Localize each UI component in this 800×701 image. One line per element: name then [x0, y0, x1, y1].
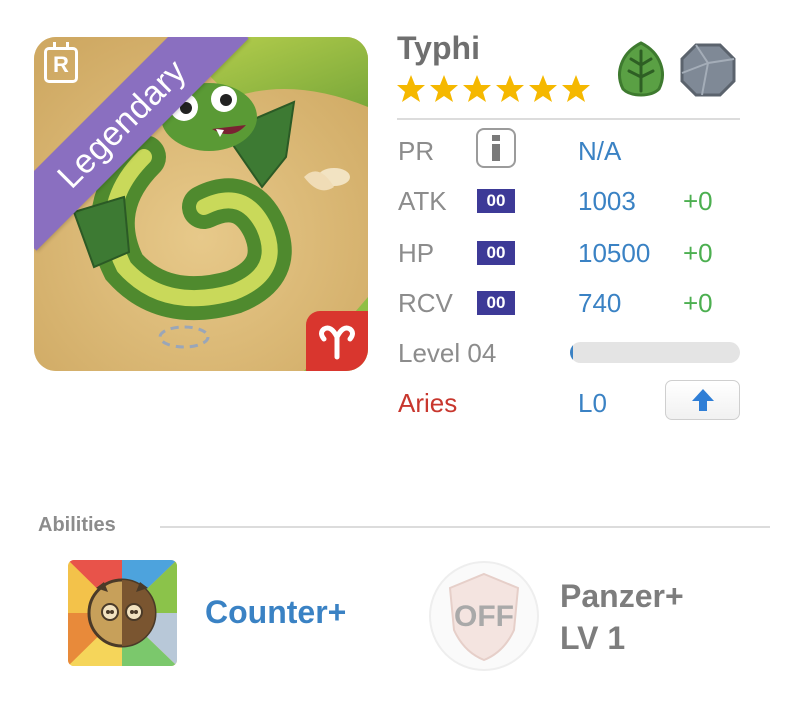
rarity-badge-letter: R — [53, 52, 69, 77]
star-icon — [529, 75, 557, 102]
star-icon — [430, 75, 458, 102]
level-progress-bar — [570, 342, 740, 363]
panzer-ability-level: LV 1 — [560, 620, 626, 656]
hp-value: 10500 — [578, 238, 651, 268]
monster-name: Typhi — [397, 30, 480, 66]
counter-ability-name: Counter+ — [205, 594, 347, 630]
star-icon — [562, 75, 590, 102]
info-button[interactable] — [476, 128, 516, 168]
atk-plus-badge: 00 — [477, 189, 515, 213]
pr-value: N/A — [578, 136, 622, 166]
level-progress-fill — [570, 342, 574, 363]
star-icon — [463, 75, 491, 102]
rcv-plus-badge: 00 — [477, 291, 515, 315]
leaf-element-icon — [618, 41, 664, 97]
panzer-ability-icon[interactable]: OFF — [428, 560, 540, 672]
abilities-divider — [160, 526, 770, 528]
hp-plus-badge: 00 — [477, 241, 515, 265]
counter-ability-icon[interactable] — [68, 560, 177, 666]
pr-label: PR — [398, 136, 435, 166]
panzer-ability-name: Panzer+ — [560, 578, 684, 614]
atk-label: ATK — [398, 186, 447, 216]
arrow-up-icon — [691, 389, 714, 411]
zodiac-level: L0 — [578, 388, 607, 418]
atk-bonus: +0 — [683, 186, 713, 216]
hp-label: HP — [398, 238, 435, 268]
info-icon — [492, 135, 500, 161]
header-divider — [397, 118, 740, 120]
ability-off-label: OFF — [454, 600, 514, 633]
rcv-value: 740 — [578, 288, 622, 318]
star-icon — [496, 75, 524, 102]
star-rating — [396, 74, 591, 104]
abilities-section-title: Abilities — [38, 514, 116, 536]
star-icon — [397, 75, 425, 102]
aries-icon — [306, 311, 368, 371]
level-label: Level 04 — [398, 338, 497, 368]
atk-value: 1003 — [578, 186, 636, 216]
rock-element-icon — [680, 43, 736, 97]
monster-portrait[interactable]: Legendary R — [34, 37, 368, 371]
zodiac-label: Aries — [398, 388, 458, 418]
rarity-calendar-icon: R — [44, 42, 78, 83]
rcv-label: RCV — [398, 288, 453, 318]
rcv-bonus: +0 — [683, 288, 713, 318]
zodiac-upgrade-button[interactable] — [665, 380, 740, 420]
hp-bonus: +0 — [683, 238, 713, 268]
